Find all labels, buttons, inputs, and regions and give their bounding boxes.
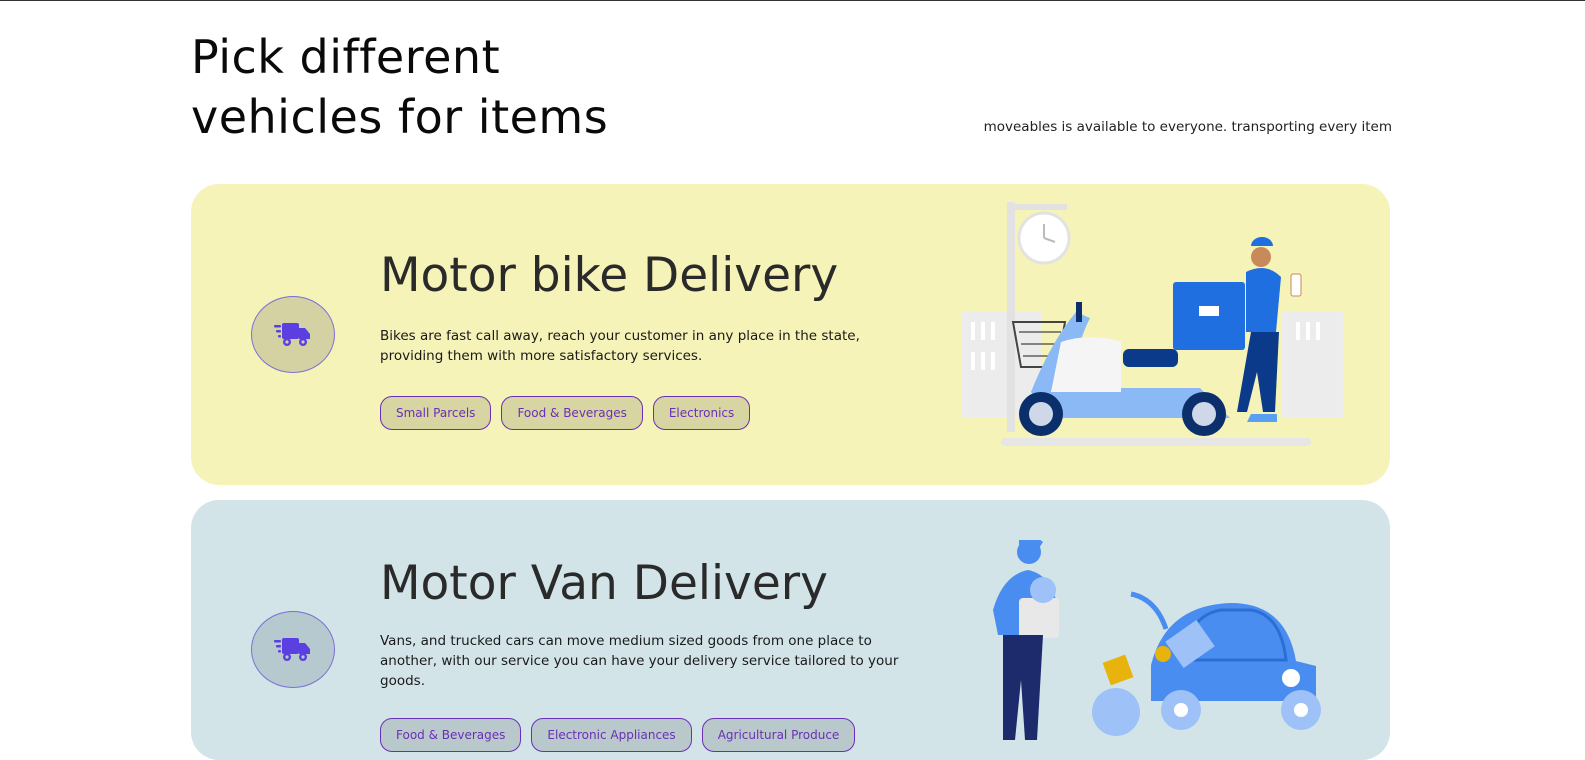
truck-icon-badge	[251, 611, 335, 688]
card-title: Motor Van Delivery	[380, 556, 828, 611]
truck-fast-icon	[274, 637, 310, 661]
motor-van-card: Motor Van Delivery Vans, and trucked car…	[191, 500, 1390, 760]
truck-fast-icon	[274, 322, 310, 346]
motorbike-delivery-illustration	[961, 202, 1343, 446]
tagline: moveables is available to everyone. tran…	[983, 119, 1392, 135]
truck-icon-badge	[251, 296, 335, 373]
page-title-line1: Pick different	[191, 30, 501, 84]
page-title-line2: vehicles for items	[191, 90, 609, 144]
card-description: Vans, and trucked cars can move medium s…	[380, 633, 899, 689]
tag-food-beverages[interactable]: Food & Beverages	[380, 718, 522, 752]
card-description: Bikes are fast call away, reach your cus…	[380, 328, 860, 364]
tag-agricultural-produce[interactable]: Agricultural Produce	[701, 718, 856, 752]
tag-small-parcels[interactable]: Small Parcels	[380, 396, 492, 430]
tag-food-beverages[interactable]: Food & Beverages	[501, 396, 643, 430]
page-title: Pick different vehicles for items	[191, 27, 608, 147]
tag-list: Small Parcels Food & Beverages Electroni…	[380, 396, 751, 430]
tag-electronic-appliances[interactable]: Electronic Appliances	[531, 718, 692, 752]
tag-list: Food & Beverages Electronic Appliances A…	[380, 718, 856, 752]
motor-bike-card: Motor bike Delivery Bikes are fast call …	[191, 184, 1390, 485]
card-title: Motor bike Delivery	[380, 248, 839, 303]
tag-electronics[interactable]: Electronics	[652, 396, 751, 430]
van-delivery-illustration	[993, 540, 1321, 740]
